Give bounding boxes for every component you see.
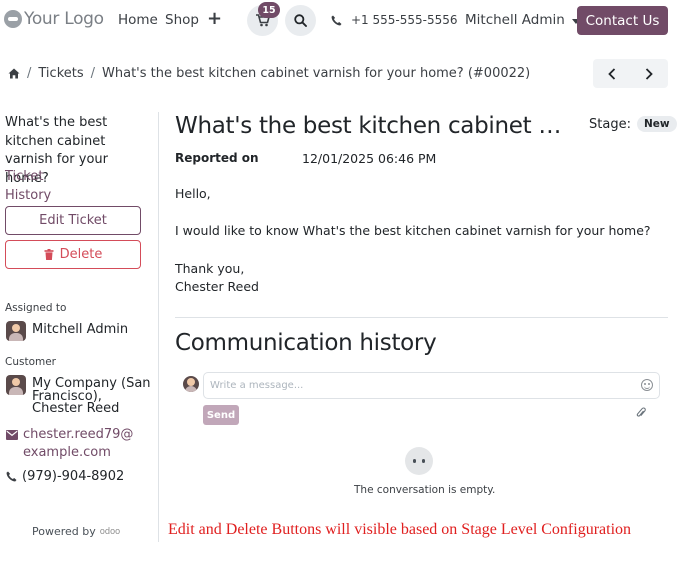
- section-divider: [175, 317, 668, 318]
- top-navbar: Your Logo Home Shop + 15 +1 555-555-5556…: [0, 0, 690, 42]
- ticket-signature: Chester Reed: [175, 279, 259, 294]
- empty-conversation-text: The conversation is empty.: [354, 484, 496, 496]
- paperclip-icon[interactable]: [636, 407, 646, 419]
- ticket-stage: Stage: New: [589, 116, 677, 132]
- delete-ticket-label: Delete: [59, 247, 103, 262]
- communication-history-title: Communication history: [175, 330, 437, 356]
- ticket-greeting: Hello,: [175, 186, 211, 201]
- customer-company: My Company (San Francisco),: [32, 376, 151, 404]
- logo[interactable]: Your Logo: [4, 9, 104, 29]
- search-button[interactable]: [285, 5, 316, 36]
- reported-on-value: 12/01/2025 06:46 PM: [302, 151, 437, 166]
- next-record-button[interactable]: [630, 59, 667, 88]
- powered-by-label: Powered by: [32, 525, 96, 538]
- record-pager: [593, 59, 668, 88]
- sidebar-ticket-link[interactable]: Ticket: [5, 169, 43, 184]
- user-menu[interactable]: Mitchell Admin: [465, 12, 580, 28]
- customer-details: My Company (San Francisco), Chester Reed: [32, 376, 152, 416]
- ticket-signoff: Thank you,: [175, 261, 245, 276]
- odoo-logo: odoo: [99, 526, 120, 537]
- powered-by[interactable]: Powered by odoo: [32, 525, 120, 538]
- logo-icon: [4, 10, 22, 28]
- ticket-sidebar: What's the best kitchen cabinet varnish …: [0, 112, 159, 542]
- edit-ticket-button[interactable]: Edit Ticket: [5, 206, 141, 235]
- phone-icon: [6, 471, 17, 482]
- customer-name: Chester Reed: [32, 401, 120, 416]
- chevron-left-icon: [607, 67, 615, 80]
- breadcrumb-current: What's the best kitchen cabinet varnish …: [102, 66, 531, 81]
- delete-ticket-button[interactable]: Delete: [5, 240, 141, 269]
- phone-icon: [331, 15, 342, 25]
- nav-home-link[interactable]: Home: [118, 12, 158, 28]
- empty-conversation-icon: [405, 447, 433, 475]
- assignee-name: Mitchell Admin: [32, 322, 129, 337]
- breadcrumb: / Tickets / What's the best kitchen cabi…: [8, 66, 530, 81]
- sidebar-history-link[interactable]: History: [5, 188, 51, 203]
- edit-ticket-label: Edit Ticket: [39, 213, 107, 228]
- configuration-note: Edit and Delete Buttons will visible bas…: [168, 521, 632, 538]
- ticket-body: I would like to know What's the best kit…: [175, 223, 651, 238]
- stage-label: Stage:: [589, 116, 631, 132]
- stage-badge: New: [636, 116, 677, 132]
- customer-email-link[interactable]: chester.reed79@example.com: [6, 426, 139, 462]
- assignee-avatar: [6, 321, 26, 341]
- phone-link[interactable]: +1 555-555-5556: [331, 13, 458, 27]
- customer-email: chester.reed79@example.com: [23, 427, 134, 460]
- trash-icon: [44, 249, 54, 260]
- nav-shop-link[interactable]: Shop: [165, 12, 199, 28]
- chevron-right-icon: [645, 67, 653, 80]
- message-input[interactable]: [203, 372, 660, 399]
- composer-avatar: [183, 376, 199, 392]
- user-name: Mitchell Admin: [465, 12, 565, 28]
- customer-phone-number: (979)-904-8902: [22, 469, 125, 484]
- search-icon: [294, 14, 307, 27]
- envelope-icon: [6, 430, 18, 440]
- logo-text: Your Logo: [24, 9, 104, 29]
- cart-count-badge: 15: [258, 2, 280, 18]
- send-button[interactable]: Send: [203, 405, 239, 425]
- plus-icon[interactable]: +: [207, 8, 222, 29]
- phone-number: +1 555-555-5556: [351, 13, 458, 27]
- customer-phone: (979)-904-8902: [6, 468, 124, 486]
- assigned-to-label: Assigned to: [5, 302, 67, 314]
- breadcrumb-separator: /: [27, 66, 32, 81]
- customer-label: Customer: [5, 356, 57, 368]
- emoji-icon[interactable]: [641, 379, 653, 391]
- breadcrumb-separator: /: [90, 66, 96, 81]
- reported-on-label: Reported on: [175, 151, 259, 165]
- customer-avatar: [6, 375, 26, 395]
- contact-us-button[interactable]: Contact Us: [577, 6, 668, 35]
- previous-record-button[interactable]: [593, 59, 630, 88]
- ticket-title: What's the best kitchen cabinet …: [175, 113, 562, 139]
- home-icon[interactable]: [8, 68, 20, 79]
- breadcrumb-tickets-link[interactable]: Tickets: [38, 66, 83, 81]
